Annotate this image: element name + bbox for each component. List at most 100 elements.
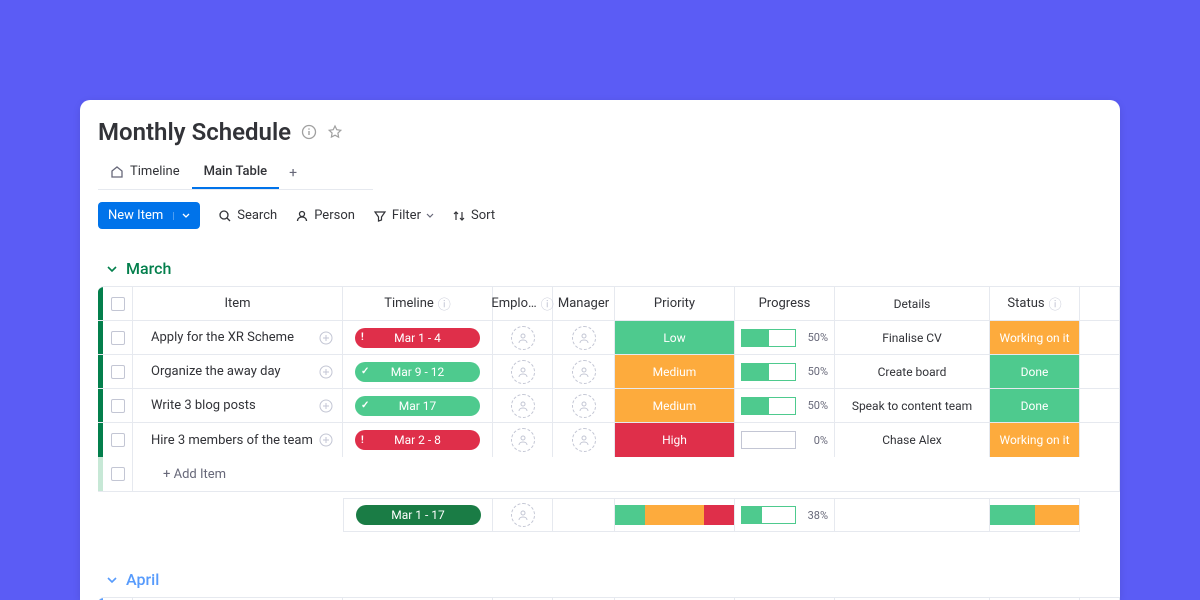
cell-employee[interactable] — [493, 321, 553, 354]
checkbox[interactable] — [111, 331, 125, 345]
item-name: Organize the away day — [151, 364, 281, 379]
add-subitem-icon[interactable] — [318, 364, 334, 380]
table-header-row: Item Timelineⓘ Emplo…ⓘ Manager Priority … — [98, 287, 1119, 321]
avatar[interactable] — [572, 326, 596, 350]
pill-icon: ✓ — [361, 400, 369, 411]
priority-chip: Medium — [615, 389, 734, 422]
star-icon[interactable] — [327, 124, 343, 140]
table-row[interactable]: Hire 3 members of the team!Mar 2 - 8 High… — [98, 423, 1119, 457]
cell-status[interactable]: Working on it — [990, 423, 1080, 457]
progress-bar — [741, 506, 796, 524]
group-header[interactable]: March — [98, 259, 1120, 278]
avatar[interactable] — [511, 360, 535, 384]
tool-label: Filter — [392, 208, 421, 223]
cell-item[interactable]: Write 3 blog posts — [133, 389, 343, 422]
table-row[interactable]: Organize the away day ✓Mar 9 - 12 Medium 50… — [98, 355, 1119, 389]
checkbox[interactable] — [111, 399, 125, 413]
add-subitem-icon[interactable] — [318, 398, 334, 414]
cell-priority[interactable]: Low — [615, 321, 735, 354]
sort-icon — [452, 209, 466, 223]
cell-employee[interactable] — [493, 355, 553, 388]
person-button[interactable]: Person — [295, 208, 355, 223]
cell-item[interactable]: Hire 3 members of the team — [133, 423, 343, 457]
priority-chip: Medium — [615, 355, 734, 388]
spacer — [98, 498, 343, 532]
tab-label: Timeline — [130, 164, 180, 179]
timeline-pill: !Mar 1 - 4 — [355, 328, 480, 348]
cell-status[interactable]: Working on it — [990, 321, 1080, 354]
add-tab-button[interactable]: + — [279, 159, 307, 187]
cell-manager[interactable] — [553, 355, 615, 388]
cell-check — [103, 355, 133, 388]
add-subitem-icon[interactable] — [318, 330, 334, 346]
summary-employee — [493, 498, 553, 532]
info-icon[interactable] — [301, 124, 317, 140]
avatar[interactable] — [572, 428, 596, 452]
cell-manager[interactable] — [553, 321, 615, 354]
group-header[interactable]: April — [98, 570, 1120, 589]
new-item-button[interactable]: New Item — [98, 202, 200, 229]
col-employee: Emplo…ⓘ — [493, 287, 553, 320]
table-row[interactable]: Apply for the XR Scheme !Mar 1 - 4 Low50%F… — [98, 321, 1119, 355]
cell-progress[interactable]: 50% — [735, 355, 835, 388]
info-icon[interactable]: ⓘ — [541, 294, 554, 313]
progress-fill — [742, 364, 769, 380]
summary-status — [990, 498, 1080, 532]
avatar[interactable] — [511, 394, 535, 418]
tab-timeline[interactable]: Timeline — [98, 156, 192, 189]
toolbar: New Item Search Person Filter Sort — [98, 202, 1120, 229]
home-icon — [110, 165, 124, 179]
sort-button[interactable]: Sort — [452, 208, 495, 223]
filter-button[interactable]: Filter — [373, 208, 434, 223]
table-row[interactable]: Write 3 blog posts✓Mar 17 Medium50%Speak … — [98, 389, 1119, 423]
add-item-label[interactable]: + Add Item — [133, 457, 1119, 491]
cell-status[interactable]: Done — [990, 389, 1080, 422]
cell-timeline[interactable]: ✓Mar 17 — [343, 389, 493, 422]
cell-details[interactable]: Chase Alex — [835, 423, 990, 457]
avatar[interactable] — [511, 428, 535, 452]
checkbox[interactable] — [111, 365, 125, 379]
cell-item[interactable]: Organize the away day — [133, 355, 343, 388]
cell-progress[interactable]: 0% — [735, 423, 835, 457]
checkbox[interactable] — [111, 297, 125, 311]
cell-timeline[interactable]: !Mar 2 - 8 — [343, 423, 493, 457]
tab-label: Main Table — [204, 164, 268, 179]
status-distribution — [990, 505, 1079, 525]
cell-employee[interactable] — [493, 423, 553, 457]
cell-progress[interactable]: 50% — [735, 389, 835, 422]
priority-distribution — [615, 505, 734, 525]
info-icon[interactable]: ⓘ — [1049, 294, 1062, 313]
cell-manager[interactable] — [553, 423, 615, 457]
avatar[interactable] — [511, 326, 535, 350]
cell-employee[interactable] — [493, 389, 553, 422]
person-icon — [295, 209, 309, 223]
chevron-down-icon[interactable] — [173, 212, 190, 220]
cell-details[interactable]: Speak to content team — [835, 389, 990, 422]
cell-timeline[interactable]: ✓Mar 9 - 12 — [343, 355, 493, 388]
cell-priority[interactable]: Medium — [615, 389, 735, 422]
cell-item[interactable]: Apply for the XR Scheme — [133, 321, 343, 354]
tab-main-table[interactable]: Main Table — [192, 156, 280, 189]
cell-manager[interactable] — [553, 389, 615, 422]
avatar[interactable] — [572, 394, 596, 418]
cell-priority[interactable]: Medium — [615, 355, 735, 388]
avatar[interactable] — [572, 360, 596, 384]
add-item-row[interactable]: + Add Item — [98, 457, 1119, 491]
add-subitem-icon[interactable] — [318, 432, 334, 448]
cell-progress[interactable]: 50% — [735, 321, 835, 354]
col-label: Timeline — [384, 296, 434, 311]
cell-details[interactable]: Create board — [835, 355, 990, 388]
checkbox[interactable] — [111, 433, 125, 447]
progress-pct: 50% — [802, 365, 828, 378]
cell-timeline[interactable]: !Mar 1 - 4 — [343, 321, 493, 354]
cell-details[interactable]: Finalise CV — [835, 321, 990, 354]
cell-status[interactable]: Done — [990, 355, 1080, 388]
dist-high — [704, 505, 734, 525]
info-icon[interactable]: ⓘ — [438, 294, 451, 313]
checkbox[interactable] — [111, 467, 125, 481]
timeline-pill: ✓Mar 9 - 12 — [355, 362, 480, 382]
search-button[interactable]: Search — [218, 208, 277, 223]
avatar[interactable] — [511, 503, 535, 527]
progress-fill — [742, 398, 769, 414]
cell-priority[interactable]: High — [615, 423, 735, 457]
